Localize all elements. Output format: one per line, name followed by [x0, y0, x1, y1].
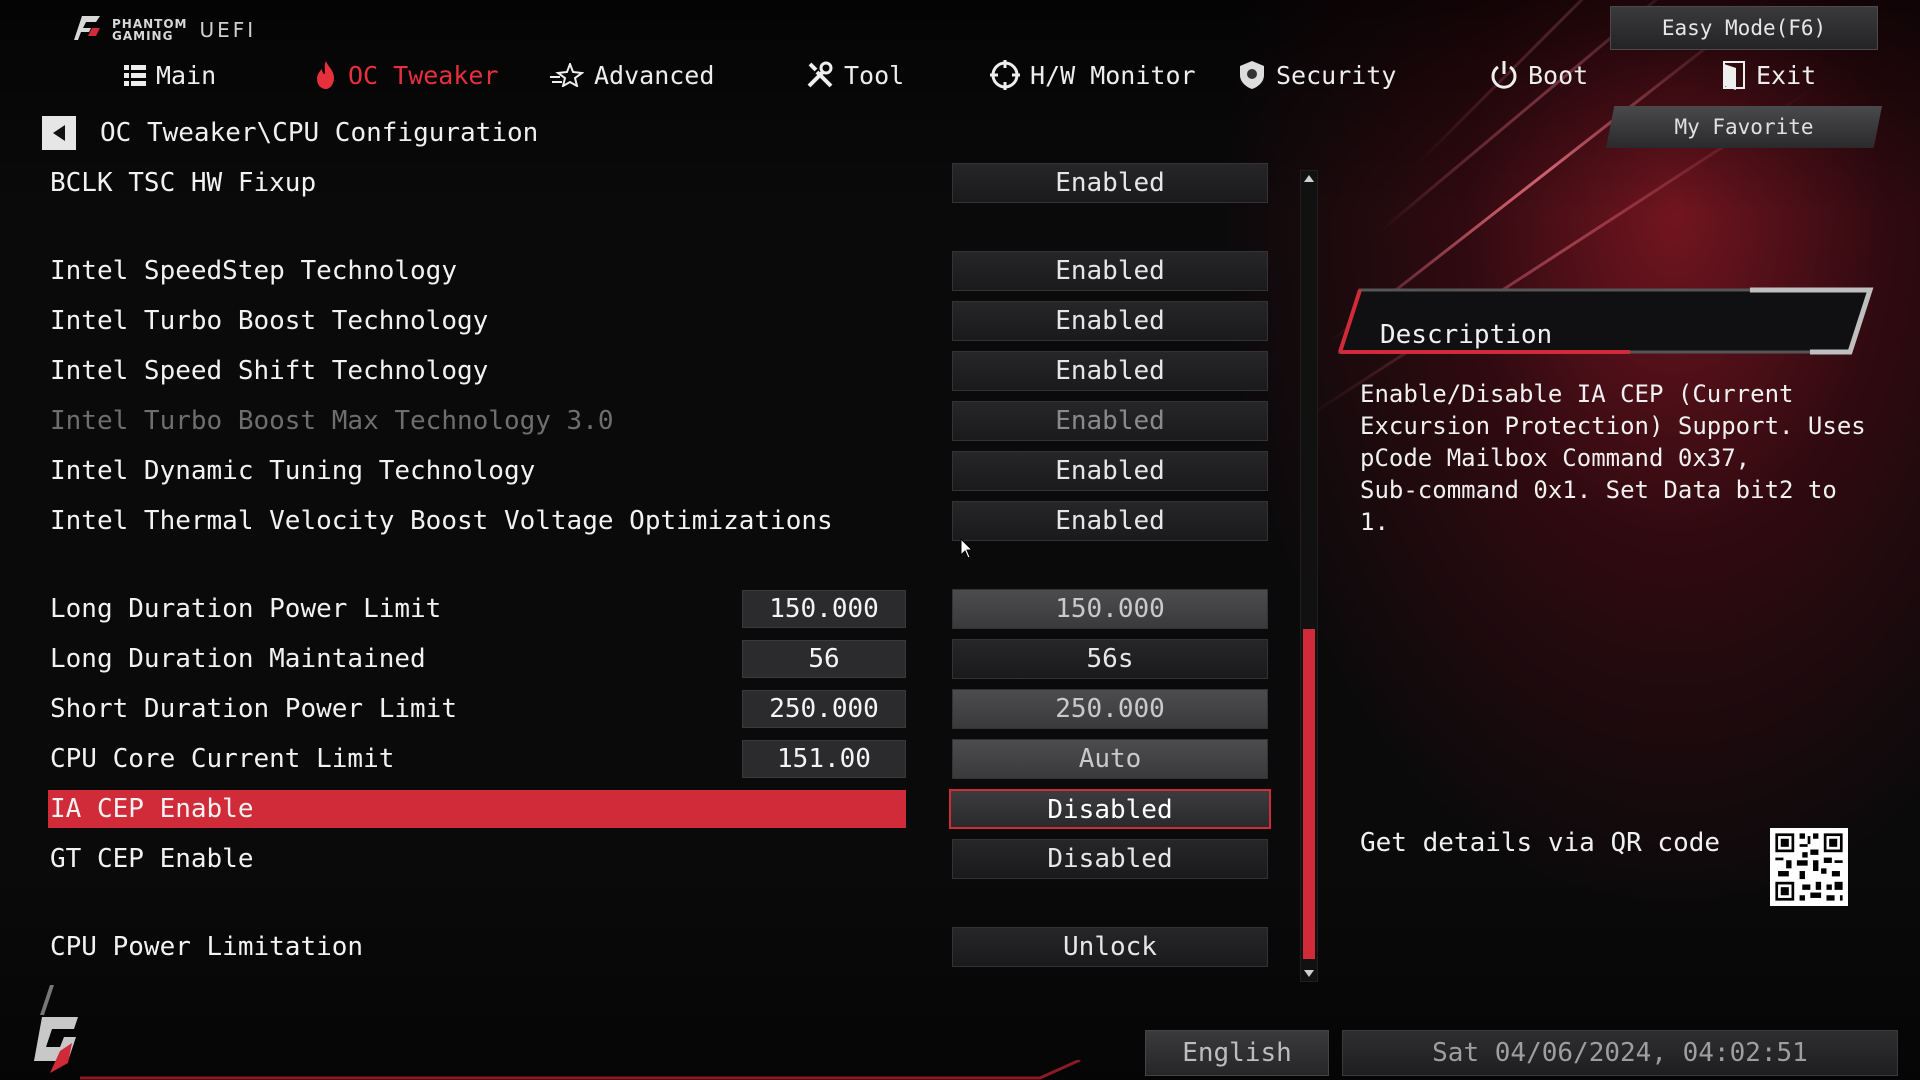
current-value: 56	[742, 640, 906, 678]
setting-input[interactable]: 250.000	[952, 689, 1268, 729]
current-value: 250.000	[742, 690, 906, 728]
setting-label: Intel Turbo Boost Max Technology 3.0	[50, 406, 614, 436]
setting-row[interactable]: GT CEP Enable Disabled	[48, 839, 1278, 879]
tab-label: Advanced	[594, 60, 715, 90]
setting-value[interactable]: Disabled	[949, 789, 1271, 829]
tab-advanced[interactable]: Advanced	[550, 52, 714, 98]
pg-logo-icon	[74, 16, 100, 40]
setting-row[interactable]: BCLK TSC HW Fixup Enabled	[48, 163, 1278, 203]
brand-line2: GAMING	[112, 29, 174, 43]
tab-label: Exit	[1756, 60, 1817, 90]
setting-value[interactable]: Disabled	[952, 839, 1268, 879]
setting-row[interactable]: Intel SpeedStep Technology Enabled	[48, 251, 1278, 291]
setting-label: Intel Turbo Boost Technology	[50, 306, 489, 336]
tab-label: Security	[1276, 60, 1397, 90]
setting-value[interactable]: Enabled	[952, 451, 1268, 491]
qr-code	[1770, 828, 1848, 906]
setting-value[interactable]: Enabled	[952, 251, 1268, 291]
tab-exit[interactable]: Exit	[1722, 52, 1816, 98]
tab-oc-tweaker[interactable]: OC Tweaker	[314, 52, 499, 98]
monitor-gauge-icon	[990, 60, 1020, 90]
back-arrow-icon	[53, 125, 65, 141]
setting-label: Intel Thermal Velocity Boost Voltage Opt…	[50, 506, 833, 536]
setting-row[interactable]: Long Duration Power Limit 150.000 150.00…	[48, 589, 1278, 629]
power-icon	[1491, 61, 1517, 89]
setting-row[interactable]: Intel Dynamic Tuning Technology Enabled	[48, 451, 1278, 491]
setting-value: Enabled	[952, 401, 1268, 441]
description-text: Enable/Disable IA CEP (Current Excursion…	[1360, 380, 1866, 536]
setting-value[interactable]: Enabled	[952, 351, 1268, 391]
setting-label: Long Duration Maintained	[50, 644, 426, 674]
setting-row-disabled: Intel Turbo Boost Max Technology 3.0 Ena…	[48, 401, 1278, 441]
current-value: 150.000	[742, 590, 906, 628]
setting-label: Intel Speed Shift Technology	[50, 356, 489, 386]
qr-code-label: Get details via QR code	[1360, 828, 1721, 858]
description-title: Description	[1380, 320, 1553, 350]
date-time-display: Sat 04/06/2024, 04:02:51	[1342, 1030, 1898, 1076]
setting-input[interactable]: 150.000	[952, 589, 1268, 629]
tab-label: H/W Monitor	[1030, 60, 1196, 90]
setting-value[interactable]: Enabled	[952, 501, 1268, 541]
breadcrumb: OC Tweaker\CPU Configuration	[100, 118, 539, 148]
shield-icon	[1240, 61, 1264, 89]
list-icon	[124, 65, 146, 86]
setting-value[interactable]: Enabled	[952, 163, 1268, 203]
uefi-label: UEFI	[199, 18, 257, 42]
setting-value[interactable]: Unlock	[952, 927, 1268, 967]
main-nav: Main OC Tweaker Advanced Tool H/W Monito…	[0, 52, 1920, 98]
tab-label: Boot	[1528, 60, 1589, 90]
setting-value[interactable]: Enabled	[952, 301, 1268, 341]
setting-row[interactable]: Intel Speed Shift Technology Enabled	[48, 351, 1278, 391]
scroll-up-arrow-icon[interactable]	[1304, 175, 1314, 182]
back-button[interactable]	[42, 116, 76, 150]
setting-row[interactable]: CPU Power Limitation Unlock	[48, 927, 1278, 967]
my-favorite-button[interactable]: My Favorite	[1606, 106, 1882, 148]
pg-emblem-icon	[34, 985, 78, 1073]
scrollbar-thumb[interactable]	[1303, 629, 1315, 959]
tab-boot[interactable]: Boot	[1490, 52, 1588, 98]
tab-label: OC Tweaker	[348, 60, 499, 90]
setting-label: Intel Dynamic Tuning Technology	[50, 456, 536, 486]
tab-label: Main	[156, 60, 217, 90]
phantom-gaming-logo: PHANTOM GAMING UEFI	[74, 14, 256, 42]
setting-label: Intel SpeedStep Technology	[50, 256, 457, 286]
easy-mode-button[interactable]: Easy Mode(F6)	[1610, 6, 1878, 50]
mouse-cursor-icon	[960, 538, 974, 559]
setting-label: GT CEP Enable	[50, 844, 254, 874]
setting-label: BCLK TSC HW Fixup	[50, 168, 317, 198]
scroll-down-arrow-icon[interactable]	[1304, 970, 1314, 977]
setting-row[interactable]: Short Duration Power Limit 250.000 250.0…	[48, 689, 1278, 729]
scrollbar[interactable]	[1300, 170, 1318, 982]
setting-row-selected[interactable]: IA CEP Enable Disabled	[48, 789, 1278, 829]
setting-row[interactable]: CPU Core Current Limit 151.00 Auto	[48, 739, 1278, 779]
setting-row[interactable]: Intel Thermal Velocity Boost Voltage Opt…	[48, 501, 1278, 541]
setting-value[interactable]: 56s	[952, 639, 1268, 679]
setting-input[interactable]: Auto	[952, 739, 1268, 779]
tab-main[interactable]: Main	[124, 52, 216, 98]
setting-label: CPU Power Limitation	[50, 932, 364, 962]
tools-icon	[807, 61, 833, 88]
tab-security[interactable]: Security	[1238, 52, 1396, 98]
tab-tool[interactable]: Tool	[806, 52, 904, 98]
tab-hw-monitor[interactable]: H/W Monitor	[990, 52, 1196, 98]
exit-door-icon	[1723, 61, 1745, 90]
setting-label: CPU Core Current Limit	[50, 744, 395, 774]
star-icon	[550, 63, 584, 87]
tab-label: Tool	[844, 60, 905, 90]
phantom-gaming-emblem	[20, 985, 90, 1079]
language-selector[interactable]: English	[1145, 1030, 1329, 1076]
flame-icon	[317, 61, 334, 89]
setting-row[interactable]: Long Duration Maintained 56 56s	[48, 639, 1278, 679]
setting-label: Long Duration Power Limit	[50, 594, 442, 624]
setting-label: Short Duration Power Limit	[50, 694, 457, 724]
current-value: 151.00	[742, 740, 906, 778]
setting-label: IA CEP Enable	[50, 794, 254, 824]
setting-row[interactable]: Intel Turbo Boost Technology Enabled	[48, 301, 1278, 341]
